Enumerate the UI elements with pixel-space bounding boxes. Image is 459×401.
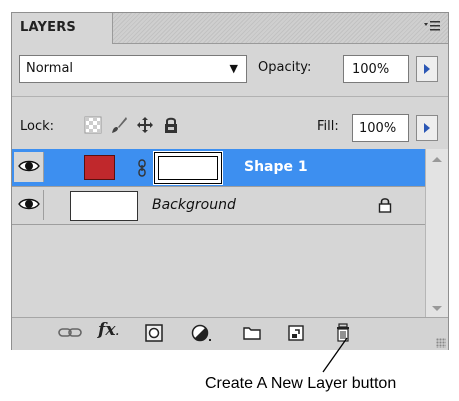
callout-line xyxy=(322,337,348,373)
callout-caption: Create A New Layer button xyxy=(205,375,397,392)
